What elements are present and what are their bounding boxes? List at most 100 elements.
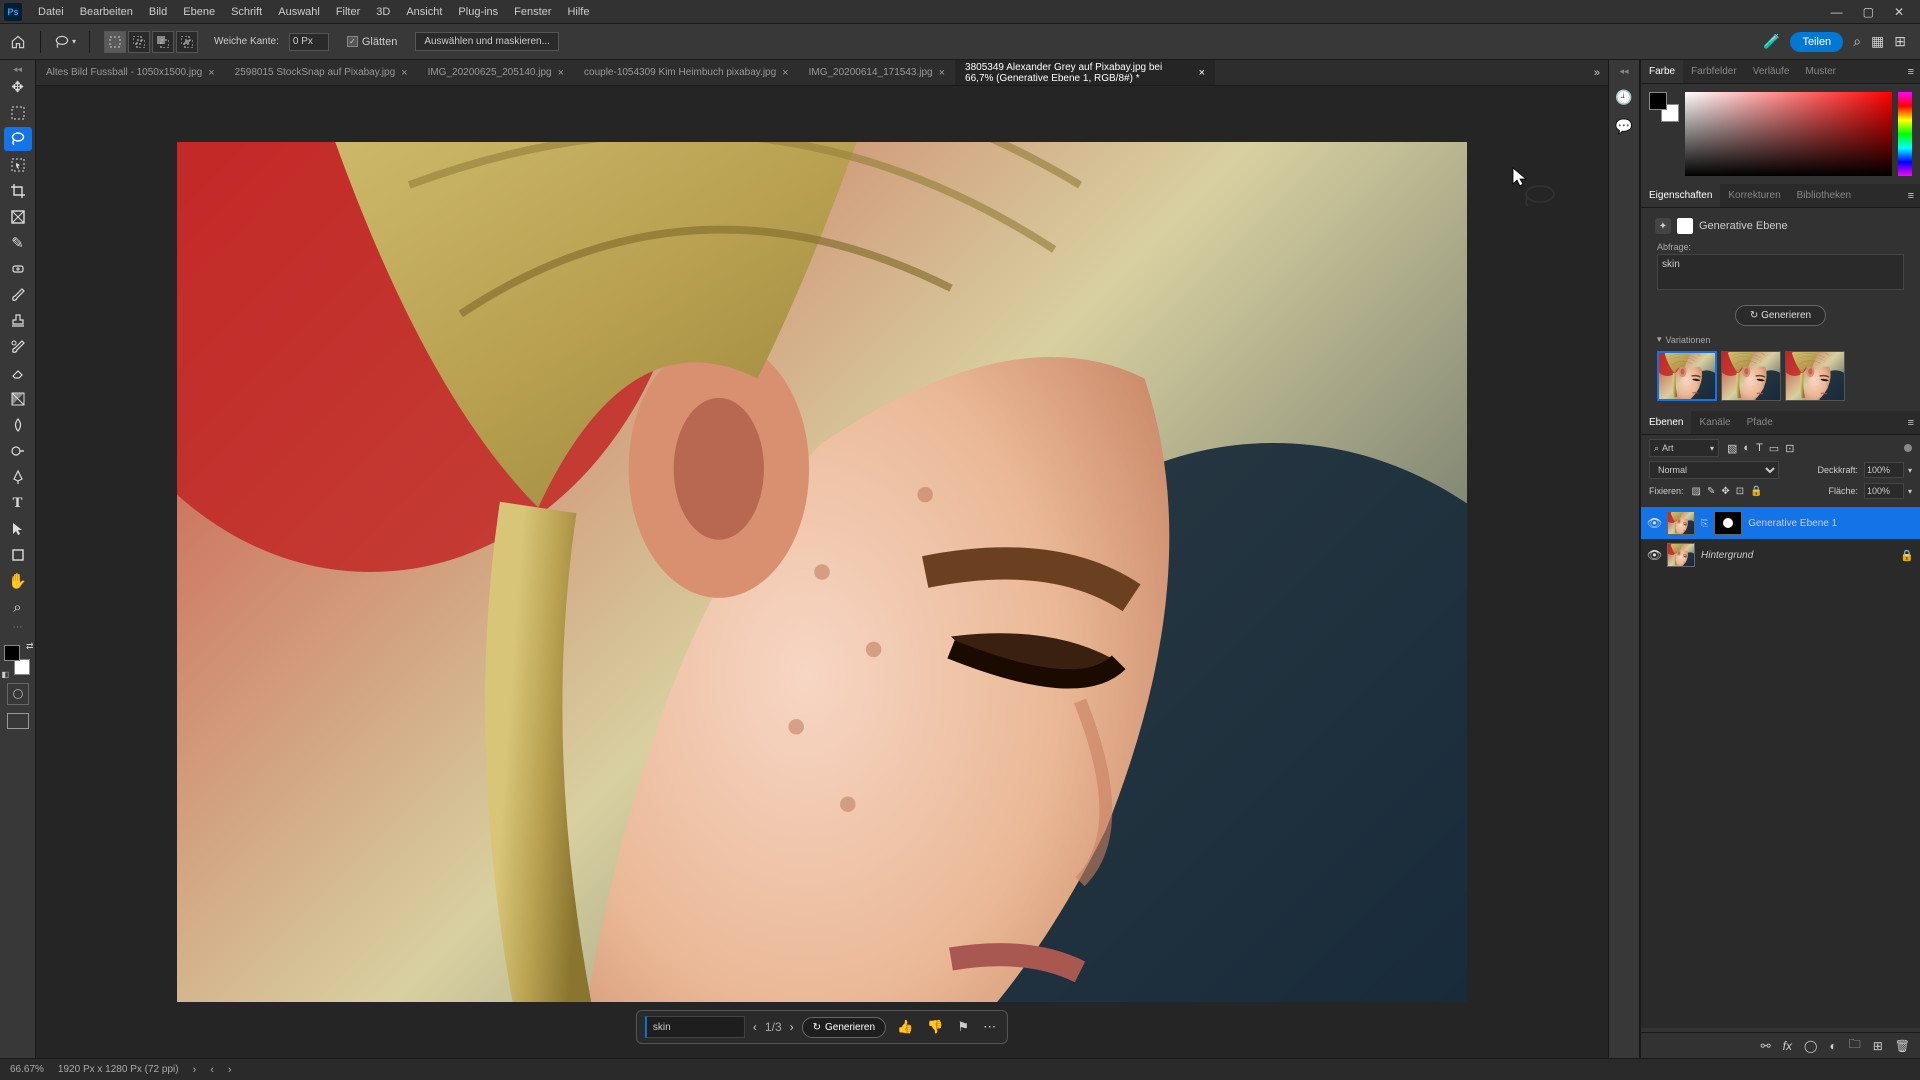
add-mask-icon[interactable]: ◯ bbox=[1804, 1039, 1817, 1053]
window-close-icon[interactable]: ✕ bbox=[1894, 5, 1904, 19]
bell-icon[interactable]: 🧪 bbox=[1763, 33, 1780, 50]
selection-new-button[interactable] bbox=[104, 31, 126, 53]
timeline-prev-icon[interactable]: ‹ bbox=[210, 1064, 214, 1076]
lock-transparency-icon[interactable]: ▨ bbox=[1692, 486, 1701, 497]
layer-fx-icon[interactable]: fx bbox=[1783, 1039, 1792, 1053]
variations-toggle[interactable]: ▾Variationen bbox=[1657, 334, 1904, 345]
foreground-color[interactable] bbox=[1649, 92, 1667, 110]
lasso-tool-preset[interactable]: ▾ bbox=[51, 30, 79, 54]
screenmode-button[interactable] bbox=[7, 713, 29, 729]
eraser-tool[interactable] bbox=[4, 361, 32, 385]
tab-libraries[interactable]: Bibliotheken bbox=[1789, 184, 1859, 207]
tab-layers[interactable]: Ebenen bbox=[1641, 411, 1691, 434]
background-color[interactable] bbox=[14, 659, 30, 675]
select-and-mask-button[interactable]: Auswählen und maskieren... bbox=[415, 32, 559, 51]
doc-tab-2[interactable]: IMG_20200625_205140.jpg× bbox=[418, 60, 574, 85]
toolbar-expand-handle[interactable]: ◂◂ bbox=[13, 64, 22, 74]
new-layer-icon[interactable]: ⊞ bbox=[1873, 1039, 1883, 1053]
layer-name[interactable]: Hintergrund bbox=[1701, 550, 1753, 561]
layer-thumbnail[interactable] bbox=[1667, 511, 1695, 535]
timeline-next-icon[interactable]: › bbox=[228, 1064, 232, 1076]
tab-patterns[interactable]: Muster bbox=[1797, 60, 1844, 83]
gen-prompt-input[interactable] bbox=[645, 1016, 745, 1038]
filter-type-icon[interactable]: T bbox=[1756, 442, 1763, 455]
dock-expand-handle[interactable]: ◂◂ bbox=[1619, 66, 1628, 77]
panel-menu-icon[interactable]: ≡ bbox=[1902, 417, 1920, 429]
selection-add-button[interactable] bbox=[128, 31, 150, 53]
layer-generative[interactable]: 👁 ⎘ Generative Ebene 1 bbox=[1641, 507, 1920, 539]
menu-type[interactable]: Schrift bbox=[223, 0, 270, 23]
doc-tab-4[interactable]: IMG_20200614_171543.jpg× bbox=[799, 60, 955, 85]
menu-layer[interactable]: Ebene bbox=[175, 0, 223, 23]
visibility-toggle-icon[interactable]: 👁 bbox=[1647, 548, 1661, 562]
tab-properties[interactable]: Eigenschaften bbox=[1641, 184, 1720, 207]
hue-slider[interactable] bbox=[1898, 92, 1912, 176]
filter-adjust-icon[interactable]: ◐ bbox=[1743, 442, 1750, 455]
object-select-tool[interactable] bbox=[4, 153, 32, 177]
adjustment-layer-icon[interactable]: ◐ bbox=[1829, 1039, 1836, 1053]
gradient-tool[interactable] bbox=[4, 387, 32, 411]
close-icon[interactable]: × bbox=[1199, 67, 1205, 79]
pen-tool[interactable] bbox=[4, 465, 32, 489]
layer-name[interactable]: Generative Ebene 1 bbox=[1748, 518, 1837, 529]
filter-pixel-icon[interactable]: ▧ bbox=[1727, 442, 1737, 455]
delete-layer-icon[interactable]: 🗑 bbox=[1895, 1039, 1910, 1053]
close-icon[interactable]: × bbox=[208, 67, 214, 79]
share-button[interactable]: Teilen bbox=[1790, 32, 1843, 52]
generate-button[interactable]: ↻Generieren bbox=[802, 1017, 886, 1038]
menu-edit[interactable]: Bearbeiten bbox=[72, 0, 141, 23]
feather-input[interactable] bbox=[289, 33, 329, 51]
variation-1[interactable] bbox=[1657, 351, 1717, 401]
tab-adjustments[interactable]: Korrekturen bbox=[1720, 184, 1788, 207]
more-icon[interactable]: ⋯ bbox=[980, 1019, 999, 1035]
link-layers-icon[interactable]: ⚯ bbox=[1761, 1039, 1771, 1053]
close-icon[interactable]: × bbox=[401, 67, 407, 79]
thumbs-up-icon[interactable]: 👍 bbox=[894, 1019, 916, 1035]
prompt-textarea[interactable]: skin bbox=[1657, 254, 1904, 290]
filter-smart-icon[interactable]: ⊡ bbox=[1785, 442, 1794, 455]
history-brush-tool[interactable] bbox=[4, 335, 32, 359]
menu-filter[interactable]: Filter bbox=[328, 0, 368, 23]
workspace-icon[interactable]: ▦ bbox=[1871, 33, 1884, 50]
swap-colors-icon[interactable]: ⇄ bbox=[26, 641, 34, 652]
color-swatch-pair[interactable] bbox=[1649, 92, 1679, 122]
search-icon[interactable]: ⌕ bbox=[1853, 33, 1861, 50]
opacity-dropdown-icon[interactable]: ▾ bbox=[1908, 466, 1912, 475]
crop-tool[interactable] bbox=[4, 179, 32, 203]
next-variation-icon[interactable]: › bbox=[790, 1020, 794, 1034]
zoom-level[interactable]: 66.67% bbox=[10, 1064, 44, 1075]
move-tool[interactable]: ✥ bbox=[4, 75, 32, 99]
panel-menu-icon[interactable]: ≡ bbox=[1902, 66, 1920, 78]
lock-paint-icon[interactable]: ✎ bbox=[1707, 486, 1715, 497]
new-group-icon[interactable]: 🗀 bbox=[1849, 1035, 1861, 1056]
doc-tab-1[interactable]: 2598015 StockSnap auf Pixabay.jpg× bbox=[225, 60, 418, 85]
blend-mode-select[interactable]: Normal bbox=[1649, 461, 1779, 479]
fill-dropdown-icon[interactable]: ▾ bbox=[1908, 487, 1912, 496]
tab-gradients[interactable]: Verläufe bbox=[1745, 60, 1798, 83]
close-icon[interactable]: × bbox=[558, 67, 564, 79]
color-field[interactable] bbox=[1685, 92, 1892, 176]
layer-mask-thumbnail[interactable] bbox=[1714, 511, 1742, 535]
history-panel-icon[interactable]: 🕘 bbox=[1615, 89, 1632, 106]
zoom-tool[interactable]: ⌕ bbox=[4, 595, 32, 619]
color-swatches[interactable]: ⇄ ◧ bbox=[4, 645, 32, 675]
layer-thumbnail[interactable] bbox=[1667, 543, 1695, 567]
lock-position-icon[interactable]: ✥ bbox=[1721, 486, 1729, 497]
frame-tool[interactable] bbox=[4, 205, 32, 229]
tabs-overflow-icon[interactable]: » bbox=[1586, 67, 1608, 79]
brush-tool[interactable] bbox=[4, 283, 32, 307]
quickmask-button[interactable] bbox=[7, 683, 29, 705]
tab-channels[interactable]: Kanäle bbox=[1691, 411, 1738, 434]
default-colors-icon[interactable]: ◧ bbox=[2, 670, 10, 679]
shape-tool[interactable] bbox=[4, 543, 32, 567]
variation-2[interactable] bbox=[1721, 351, 1781, 401]
tab-color[interactable]: Farbe bbox=[1641, 60, 1683, 83]
arrange-icon[interactable]: ⊞ bbox=[1894, 33, 1906, 50]
canvas[interactable]: ‹ 1/3 › ↻Generieren 👍 👎 ⚑ ⋯ bbox=[36, 86, 1608, 1058]
tab-paths[interactable]: Pfade bbox=[1739, 411, 1781, 434]
selection-subtract-button[interactable] bbox=[152, 31, 174, 53]
lock-artboard-icon[interactable]: ⊡ bbox=[1736, 486, 1744, 497]
marquee-tool[interactable] bbox=[4, 101, 32, 125]
window-minimize-icon[interactable]: — bbox=[1831, 5, 1843, 19]
selection-intersect-button[interactable] bbox=[176, 31, 198, 53]
